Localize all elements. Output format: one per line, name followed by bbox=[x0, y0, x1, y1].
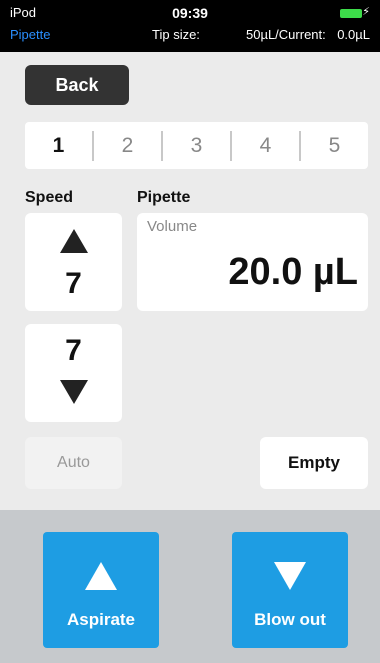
status-bar: iPod 09:39 ⚡ Pipette Tip size: 50µL/Curr… bbox=[0, 0, 380, 52]
pipette-heading: Pipette bbox=[137, 189, 191, 206]
auto-button[interactable]: Auto bbox=[25, 437, 122, 489]
back-button[interactable]: Back bbox=[25, 65, 129, 105]
program-selector: 1 2 3 4 5 bbox=[25, 122, 368, 169]
segment-1[interactable]: 1 bbox=[25, 122, 92, 169]
blowout-button[interactable]: Blow out bbox=[232, 532, 348, 648]
speed-up-button[interactable]: 7 bbox=[25, 213, 122, 311]
tip-size-value: 50µL/Current: bbox=[246, 27, 326, 42]
segment-2[interactable]: 2 bbox=[94, 122, 161, 169]
volume-field[interactable]: Volume 20.0 µL bbox=[137, 213, 368, 311]
aspirate-label: Aspirate bbox=[66, 610, 136, 629]
arrow-up-icon bbox=[85, 562, 117, 590]
speed-heading: Speed bbox=[25, 189, 74, 206]
app-title: Pipette bbox=[10, 27, 51, 42]
battery-icon: ⚡ bbox=[340, 6, 370, 20]
arrow-down-icon bbox=[274, 562, 306, 590]
battery-level bbox=[340, 9, 362, 18]
segment-3[interactable]: 3 bbox=[163, 122, 230, 169]
aspirate-button[interactable]: Aspirate bbox=[43, 532, 159, 648]
triangle-down-icon bbox=[60, 380, 88, 404]
segment-5[interactable]: 5 bbox=[301, 122, 368, 169]
triangle-up-icon bbox=[60, 229, 88, 253]
charging-icon: ⚡ bbox=[362, 6, 370, 18]
empty-button[interactable]: Empty bbox=[260, 437, 368, 489]
main-panel: Back 1 2 3 4 5 Speed Pipette 7 7 Volume … bbox=[0, 52, 380, 510]
blowout-label: Blow out bbox=[254, 610, 326, 629]
volume-value: 20.0 µL bbox=[228, 251, 358, 293]
current-volume: 0.0µL bbox=[337, 27, 370, 42]
segment-4[interactable]: 4 bbox=[232, 122, 299, 169]
volume-caption: Volume bbox=[147, 218, 198, 235]
tip-size-label: Tip size: bbox=[152, 27, 200, 42]
action-bar: Aspirate Blow out bbox=[0, 510, 380, 663]
clock: 09:39 bbox=[172, 5, 208, 21]
blowout-speed-value: 7 bbox=[65, 334, 82, 367]
speed-down-button[interactable]: 7 bbox=[25, 324, 122, 422]
aspirate-speed-value: 7 bbox=[65, 267, 82, 300]
